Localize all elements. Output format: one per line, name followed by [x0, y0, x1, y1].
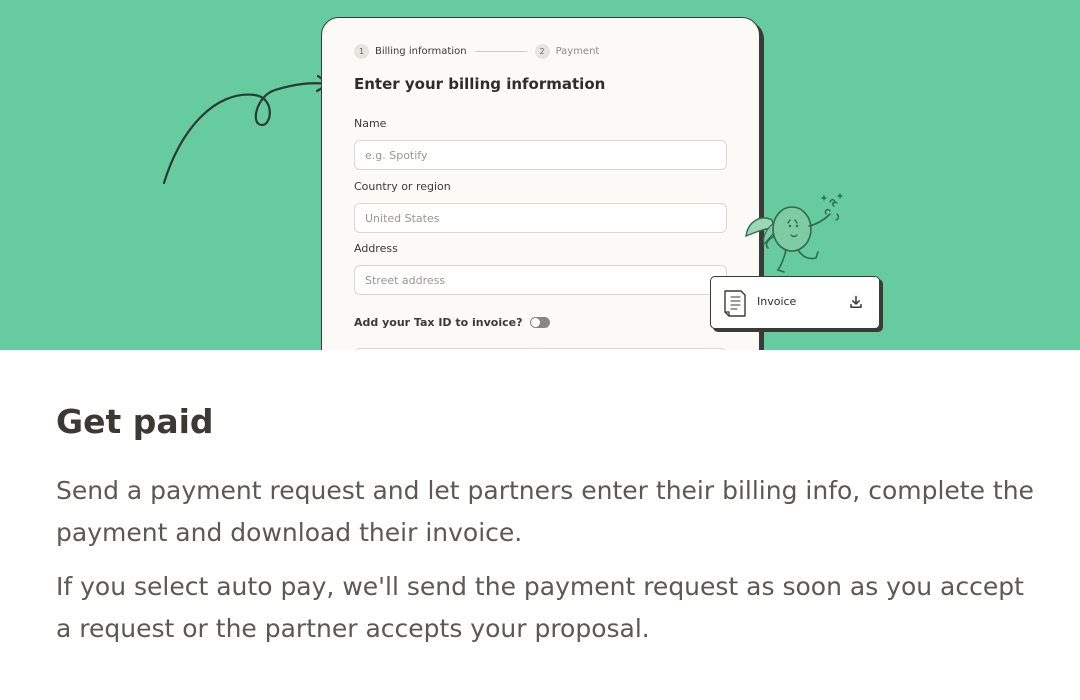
country-label: Country or region [354, 180, 451, 193]
curved-arrow-icon [162, 74, 331, 185]
mascot-illustration [745, 193, 843, 273]
step-divider [474, 51, 527, 52]
description-paragraph-2: If you select auto pay, we'll send the p… [56, 572, 1024, 643]
billing-form-card: 1 Billing information 2 Payment Enter yo… [321, 17, 760, 350]
step-label-payment: Payment [555, 46, 600, 57]
step-label-billing: Billing information [375, 46, 467, 57]
invoice-label: Invoice [757, 295, 797, 308]
name-placeholder: e.g. Spotify [365, 148, 428, 162]
name-label: Name [354, 117, 387, 130]
tax-id-row: Add your Tax ID to invoice? [354, 316, 550, 329]
address-input[interactable]: Street address [354, 265, 727, 295]
country-select[interactable]: United States [354, 203, 727, 233]
section-heading: Get paid [56, 402, 214, 441]
tax-id-toggle[interactable] [529, 317, 550, 328]
hero-illustration: 1 Billing information 2 Payment Enter yo… [0, 0, 1080, 350]
description-paragraph-1: Send a payment request and let partners … [56, 476, 1034, 547]
tax-id-input[interactable] [354, 348, 727, 350]
address-label: Address [354, 242, 398, 255]
stepper: 1 Billing information 2 Payment [354, 44, 599, 59]
form-title: Enter your billing information [354, 75, 606, 93]
country-value: United States [365, 211, 440, 225]
invoice-download-card[interactable]: Invoice [710, 276, 880, 329]
tax-id-label: Add your Tax ID to invoice? [354, 316, 523, 329]
step-number-2: 2 [534, 44, 550, 59]
name-input[interactable]: e.g. Spotify [354, 140, 727, 170]
download-icon[interactable] [849, 295, 863, 309]
step-number-1: 1 [354, 44, 369, 59]
document-icon [724, 290, 746, 317]
address-placeholder: Street address [365, 273, 446, 287]
